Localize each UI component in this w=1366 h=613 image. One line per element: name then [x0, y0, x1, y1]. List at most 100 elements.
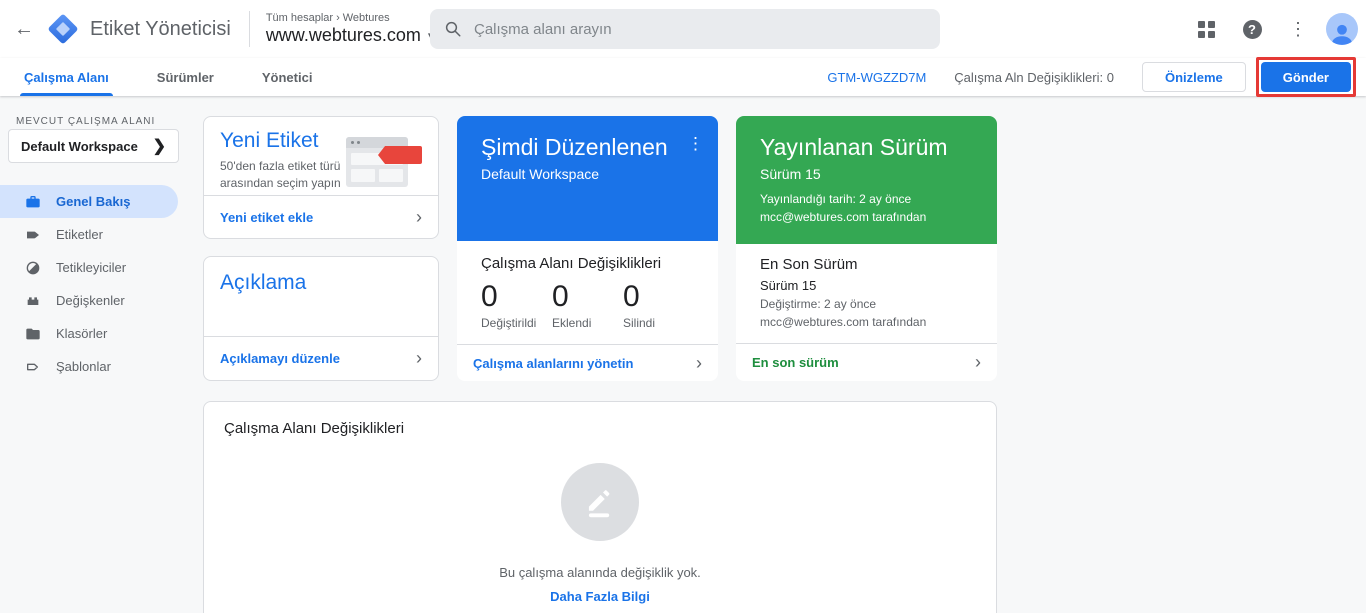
- workspace-tabbar: Çalışma Alanı Sürümler Yönetici GTM-WGZZ…: [0, 57, 1366, 97]
- manage-workspaces-action[interactable]: Çalışma alanlarını yönetin ›: [457, 344, 718, 381]
- sidebar: MEVCUT ÇALIŞMA ALANI Default Workspace ❯…: [0, 96, 198, 613]
- breadcrumb-root[interactable]: Tüm hesaplar: [266, 12, 333, 24]
- now-editing-hero: Şimdi Düzenlenen Default Workspace ⋮: [457, 116, 718, 242]
- published-date: Yayınlandığı tarih: 2 ay önce: [760, 192, 912, 207]
- tab-calisma-alani[interactable]: Çalışma Alanı: [20, 58, 113, 96]
- edit-pencil-icon: [588, 490, 610, 518]
- stat-modified-label: Değiştirildi: [481, 316, 537, 331]
- sidebar-item-degiskenler[interactable]: Değişkenler: [0, 284, 198, 317]
- card-menu-icon[interactable]: ⋮: [687, 134, 704, 154]
- add-new-tag-label: Yeni etiket ekle: [220, 209, 314, 225]
- tabs: Çalışma Alanı Sürümler Yönetici: [20, 58, 356, 96]
- new-tag-card: Yeni Etiket 50'den fazla etiket türü ara…: [203, 116, 439, 239]
- breadcrumb-separator: ›: [336, 12, 340, 24]
- preview-button[interactable]: Önizleme: [1141, 62, 1246, 92]
- published-title: Yayınlanan Sürüm: [760, 134, 948, 160]
- new-tag-description: 50'den fazla etiket türü arasından seçim…: [220, 159, 341, 190]
- stat-modified: 0 Değiştirildi: [481, 280, 552, 330]
- user-avatar[interactable]: [1326, 13, 1358, 45]
- current-workspace-label: MEVCUT ÇALIŞMA ALANI: [16, 116, 156, 127]
- app-title: Etiket Yöneticisi: [90, 17, 231, 40]
- stat-deleted: 0 Silindi: [623, 280, 694, 330]
- sidebar-item-klasorler[interactable]: Klasörler: [0, 317, 198, 350]
- search-input[interactable]: [474, 20, 926, 38]
- sidebar-item-label: Klasörler: [56, 326, 108, 341]
- add-new-tag-action[interactable]: Yeni etiket ekle ›: [204, 195, 438, 238]
- help-icon[interactable]: ?: [1234, 11, 1270, 47]
- latest-modified: Değiştirme: 2 ay önce: [760, 297, 877, 312]
- workspace-changes-count: Çalışma Aln Değişiklikleri: 0: [954, 69, 1114, 85]
- latest-version-info: En Son Sürüm Sürüm 15 Değiştirme: 2 ay ö…: [736, 244, 997, 343]
- stat-deleted-label: Silindi: [623, 316, 656, 331]
- edit-description-label: Açıklamayı düzenle: [220, 351, 340, 366]
- chevron-right-icon: ›: [416, 348, 422, 368]
- sidebar-item-label: Tetikleyiciler: [56, 260, 127, 275]
- published-version: Sürüm 15: [760, 166, 821, 182]
- now-editing-card: Şimdi Düzenlenen Default Workspace ⋮ Çal…: [457, 116, 718, 381]
- more-info-link[interactable]: Daha Fazla Bilgi: [550, 589, 650, 604]
- overflow-menu-icon[interactable]: ⋮: [1280, 11, 1316, 47]
- workspace-search[interactable]: [430, 9, 940, 49]
- sidebar-item-label: Etiketler: [56, 227, 103, 242]
- chevron-right-icon: ›: [696, 352, 702, 373]
- back-icon[interactable]: ←: [4, 9, 44, 49]
- published-version-card: Yayınlanan Sürüm Sürüm 15 Yayınlandığı t…: [736, 116, 997, 381]
- empty-state: Bu çalışma alanında değişiklik yok. Daha…: [204, 463, 996, 604]
- description-card: Açıklama Açıklamayı düzenle ›: [203, 256, 439, 381]
- manage-workspaces-label: Çalışma alanlarını yönetin: [473, 355, 634, 371]
- latest-modified-by: mcc@webtures.com tarafından: [760, 314, 927, 329]
- sidebar-item-tetikleyiciler[interactable]: Tetikleyiciler: [0, 251, 198, 284]
- stat-modified-value: 0: [481, 280, 498, 314]
- container-id-link[interactable]: GTM-WGZZD7M: [827, 70, 926, 85]
- account-breadcrumb-block: Tüm hesaplar›Webtures www.webtures.com ▾: [266, 12, 434, 46]
- templates-icon: [24, 358, 42, 376]
- latest-version-number: Sürüm 15: [760, 278, 817, 294]
- edit-description-action[interactable]: Açıklamayı düzenle ›: [204, 336, 438, 380]
- empty-message: Bu çalışma alanında değişiklik yok.: [499, 565, 701, 580]
- container-name: www.webtures.com: [265, 25, 421, 45]
- apps-grid-icon[interactable]: [1188, 11, 1224, 47]
- stat-deleted-value: 0: [623, 280, 640, 314]
- container-selector[interactable]: www.webtures.com ▾: [266, 25, 434, 46]
- folder-icon: [24, 325, 42, 343]
- sidebar-item-label: Şablonlar: [56, 359, 111, 374]
- annotation-highlight-box: Gönder: [1255, 57, 1356, 97]
- workspace-changes-title: Çalışma Alanı Değişiklikleri: [224, 420, 405, 437]
- workspace-changes-stats: Çalışma Alanı Değişiklikleri 0 Değiştiri…: [457, 241, 718, 344]
- published-by: mcc@webtures.com tarafından: [760, 210, 927, 225]
- now-editing-workspace: Default Workspace: [481, 166, 600, 182]
- published-hero: Yayınlanan Sürüm Sürüm 15 Yayınlandığı t…: [736, 116, 997, 245]
- sidebar-item-genel-bakis[interactable]: Genel Bakış: [0, 185, 178, 218]
- submit-button[interactable]: Gönder: [1260, 62, 1351, 92]
- chevron-right-icon: ❯: [152, 138, 166, 155]
- latest-version-title: En Son Sürüm: [760, 256, 858, 274]
- workspace-selector[interactable]: Default Workspace ❯: [8, 129, 179, 163]
- red-tag-icon: [378, 146, 422, 164]
- variables-icon: [24, 292, 42, 310]
- stats-title: Çalışma Alanı Değişiklikleri: [481, 255, 662, 273]
- sidebar-item-etiketler[interactable]: Etiketler: [0, 218, 198, 251]
- latest-version-link: En son sürüm: [752, 354, 839, 370]
- breadcrumb-current[interactable]: Webtures: [343, 12, 390, 24]
- sidebar-item-sablonlar[interactable]: Şablonlar: [0, 350, 198, 383]
- chevron-right-icon: ›: [416, 206, 422, 227]
- latest-version-action[interactable]: En son sürüm ›: [736, 342, 997, 381]
- tab-yonetici[interactable]: Yönetici: [258, 58, 317, 96]
- trigger-icon: [24, 259, 42, 277]
- tag-icon: [24, 226, 42, 244]
- person-icon: [1331, 24, 1353, 45]
- chevron-right-icon: ›: [975, 351, 981, 372]
- search-icon: [445, 21, 461, 37]
- tag-manager-logo-icon: [47, 13, 79, 45]
- stat-added-value: 0: [552, 280, 569, 314]
- now-editing-title: Şimdi Düzenlenen: [481, 134, 668, 160]
- sidebar-item-label: Genel Bakış: [56, 194, 131, 209]
- workspace-changes-card: Çalışma Alanı Değişiklikleri Bu çalışma …: [203, 401, 997, 613]
- app-header: ← Etiket Yöneticisi Tüm hesaplar › Webture…: [0, 0, 1366, 58]
- overview-icon: [24, 193, 42, 211]
- sidebar-nav: Genel Bakış Etiketler Tetikleyiciler Değ…: [0, 185, 198, 383]
- tabbar-actions: GTM-WGZZD7M Çalışma Aln Değişiklikleri: …: [827, 57, 1356, 97]
- tab-surumler[interactable]: Sürümler: [153, 58, 218, 96]
- tag-illustration-icon: [346, 133, 422, 195]
- description-title: Açıklama: [220, 271, 307, 294]
